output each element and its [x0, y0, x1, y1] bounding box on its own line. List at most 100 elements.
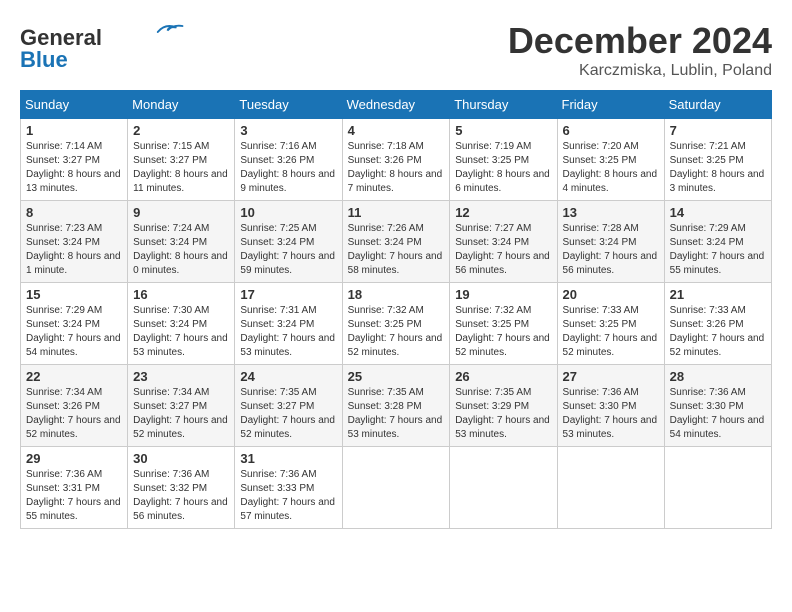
calendar-cell: 14 Sunrise: 7:29 AMSunset: 3:24 PMDaylig… [664, 201, 771, 283]
calendar-cell: 5 Sunrise: 7:19 AMSunset: 3:25 PMDayligh… [450, 119, 557, 201]
calendar-cell: 4 Sunrise: 7:18 AMSunset: 3:26 PMDayligh… [342, 119, 450, 201]
calendar-cell: 22 Sunrise: 7:34 AMSunset: 3:26 PMDaylig… [21, 365, 128, 447]
day-info: Sunrise: 7:16 AMSunset: 3:26 PMDaylight:… [240, 140, 336, 196]
calendar-cell: 23 Sunrise: 7:34 AMSunset: 3:27 PMDaylig… [128, 365, 235, 447]
day-number: 6 [563, 123, 659, 138]
day-number: 9 [133, 205, 229, 220]
calendar-cell: 12 Sunrise: 7:27 AMSunset: 3:24 PMDaylig… [450, 201, 557, 283]
day-number: 10 [240, 205, 336, 220]
day-info: Sunrise: 7:36 AMSunset: 3:31 PMDaylight:… [26, 468, 122, 524]
day-number: 29 [26, 451, 122, 466]
day-info: Sunrise: 7:29 AMSunset: 3:24 PMDaylight:… [670, 222, 766, 278]
day-number: 8 [26, 205, 122, 220]
day-info: Sunrise: 7:14 AMSunset: 3:27 PMDaylight:… [26, 140, 122, 196]
day-info: Sunrise: 7:21 AMSunset: 3:25 PMDaylight:… [670, 140, 766, 196]
month-title: December 2024 [508, 20, 772, 62]
calendar-cell: 26 Sunrise: 7:35 AMSunset: 3:29 PMDaylig… [450, 365, 557, 447]
calendar-cell: 21 Sunrise: 7:33 AMSunset: 3:26 PMDaylig… [664, 283, 771, 365]
calendar-cell: 17 Sunrise: 7:31 AMSunset: 3:24 PMDaylig… [235, 283, 342, 365]
calendar-cell: 29 Sunrise: 7:36 AMSunset: 3:31 PMDaylig… [21, 447, 128, 529]
calendar-cell [450, 447, 557, 529]
col-header-thursday: Thursday [450, 91, 557, 119]
calendar-cell: 10 Sunrise: 7:25 AMSunset: 3:24 PMDaylig… [235, 201, 342, 283]
day-number: 28 [670, 369, 766, 384]
day-number: 24 [240, 369, 336, 384]
day-number: 13 [563, 205, 659, 220]
day-number: 25 [348, 369, 445, 384]
calendar-cell: 16 Sunrise: 7:30 AMSunset: 3:24 PMDaylig… [128, 283, 235, 365]
calendar-cell: 8 Sunrise: 7:23 AMSunset: 3:24 PMDayligh… [21, 201, 128, 283]
calendar-cell: 27 Sunrise: 7:36 AMSunset: 3:30 PMDaylig… [557, 365, 664, 447]
day-number: 15 [26, 287, 122, 302]
calendar-cell: 7 Sunrise: 7:21 AMSunset: 3:25 PMDayligh… [664, 119, 771, 201]
day-info: Sunrise: 7:31 AMSunset: 3:24 PMDaylight:… [240, 304, 336, 360]
calendar-cell [557, 447, 664, 529]
day-info: Sunrise: 7:25 AMSunset: 3:24 PMDaylight:… [240, 222, 336, 278]
day-info: Sunrise: 7:27 AMSunset: 3:24 PMDaylight:… [455, 222, 551, 278]
col-header-wednesday: Wednesday [342, 91, 450, 119]
day-info: Sunrise: 7:20 AMSunset: 3:25 PMDaylight:… [563, 140, 659, 196]
calendar: SundayMondayTuesdayWednesdayThursdayFrid… [20, 90, 772, 529]
day-number: 3 [240, 123, 336, 138]
day-number: 2 [133, 123, 229, 138]
day-number: 30 [133, 451, 229, 466]
calendar-cell: 30 Sunrise: 7:36 AMSunset: 3:32 PMDaylig… [128, 447, 235, 529]
day-info: Sunrise: 7:35 AMSunset: 3:29 PMDaylight:… [455, 386, 551, 442]
day-info: Sunrise: 7:36 AMSunset: 3:30 PMDaylight:… [563, 386, 659, 442]
col-header-saturday: Saturday [664, 91, 771, 119]
logo-blue: Blue [20, 47, 68, 73]
day-number: 16 [133, 287, 229, 302]
header: General Blue December 2024 Karczmiska, L… [20, 20, 772, 80]
calendar-cell: 15 Sunrise: 7:29 AMSunset: 3:24 PMDaylig… [21, 283, 128, 365]
day-info: Sunrise: 7:19 AMSunset: 3:25 PMDaylight:… [455, 140, 551, 196]
day-number: 20 [563, 287, 659, 302]
day-number: 27 [563, 369, 659, 384]
calendar-cell: 13 Sunrise: 7:28 AMSunset: 3:24 PMDaylig… [557, 201, 664, 283]
logo: General Blue [20, 20, 184, 73]
day-number: 23 [133, 369, 229, 384]
day-info: Sunrise: 7:34 AMSunset: 3:26 PMDaylight:… [26, 386, 122, 442]
col-header-friday: Friday [557, 91, 664, 119]
col-header-sunday: Sunday [21, 91, 128, 119]
calendar-cell [664, 447, 771, 529]
calendar-cell: 28 Sunrise: 7:36 AMSunset: 3:30 PMDaylig… [664, 365, 771, 447]
day-number: 26 [455, 369, 551, 384]
day-info: Sunrise: 7:33 AMSunset: 3:26 PMDaylight:… [670, 304, 766, 360]
day-info: Sunrise: 7:36 AMSunset: 3:32 PMDaylight:… [133, 468, 229, 524]
calendar-cell: 18 Sunrise: 7:32 AMSunset: 3:25 PMDaylig… [342, 283, 450, 365]
day-number: 12 [455, 205, 551, 220]
day-number: 22 [26, 369, 122, 384]
day-info: Sunrise: 7:26 AMSunset: 3:24 PMDaylight:… [348, 222, 445, 278]
day-info: Sunrise: 7:18 AMSunset: 3:26 PMDaylight:… [348, 140, 445, 196]
day-info: Sunrise: 7:30 AMSunset: 3:24 PMDaylight:… [133, 304, 229, 360]
day-number: 4 [348, 123, 445, 138]
day-info: Sunrise: 7:29 AMSunset: 3:24 PMDaylight:… [26, 304, 122, 360]
col-header-tuesday: Tuesday [235, 91, 342, 119]
day-info: Sunrise: 7:35 AMSunset: 3:27 PMDaylight:… [240, 386, 336, 442]
day-info: Sunrise: 7:28 AMSunset: 3:24 PMDaylight:… [563, 222, 659, 278]
day-number: 5 [455, 123, 551, 138]
calendar-cell: 1 Sunrise: 7:14 AMSunset: 3:27 PMDayligh… [21, 119, 128, 201]
day-number: 19 [455, 287, 551, 302]
calendar-cell: 9 Sunrise: 7:24 AMSunset: 3:24 PMDayligh… [128, 201, 235, 283]
location: Karczmiska, Lublin, Poland [508, 62, 772, 80]
day-info: Sunrise: 7:36 AMSunset: 3:30 PMDaylight:… [670, 386, 766, 442]
day-number: 18 [348, 287, 445, 302]
day-number: 11 [348, 205, 445, 220]
calendar-cell: 24 Sunrise: 7:35 AMSunset: 3:27 PMDaylig… [235, 365, 342, 447]
day-number: 31 [240, 451, 336, 466]
calendar-cell: 20 Sunrise: 7:33 AMSunset: 3:25 PMDaylig… [557, 283, 664, 365]
day-number: 1 [26, 123, 122, 138]
day-number: 21 [670, 287, 766, 302]
day-info: Sunrise: 7:32 AMSunset: 3:25 PMDaylight:… [455, 304, 551, 360]
calendar-cell: 31 Sunrise: 7:36 AMSunset: 3:33 PMDaylig… [235, 447, 342, 529]
calendar-cell [342, 447, 450, 529]
day-info: Sunrise: 7:34 AMSunset: 3:27 PMDaylight:… [133, 386, 229, 442]
day-number: 17 [240, 287, 336, 302]
calendar-cell: 2 Sunrise: 7:15 AMSunset: 3:27 PMDayligh… [128, 119, 235, 201]
calendar-cell: 3 Sunrise: 7:16 AMSunset: 3:26 PMDayligh… [235, 119, 342, 201]
calendar-cell: 25 Sunrise: 7:35 AMSunset: 3:28 PMDaylig… [342, 365, 450, 447]
day-number: 14 [670, 205, 766, 220]
logo-bird-icon [154, 20, 184, 38]
title-area: December 2024 Karczmiska, Lublin, Poland [508, 20, 772, 80]
